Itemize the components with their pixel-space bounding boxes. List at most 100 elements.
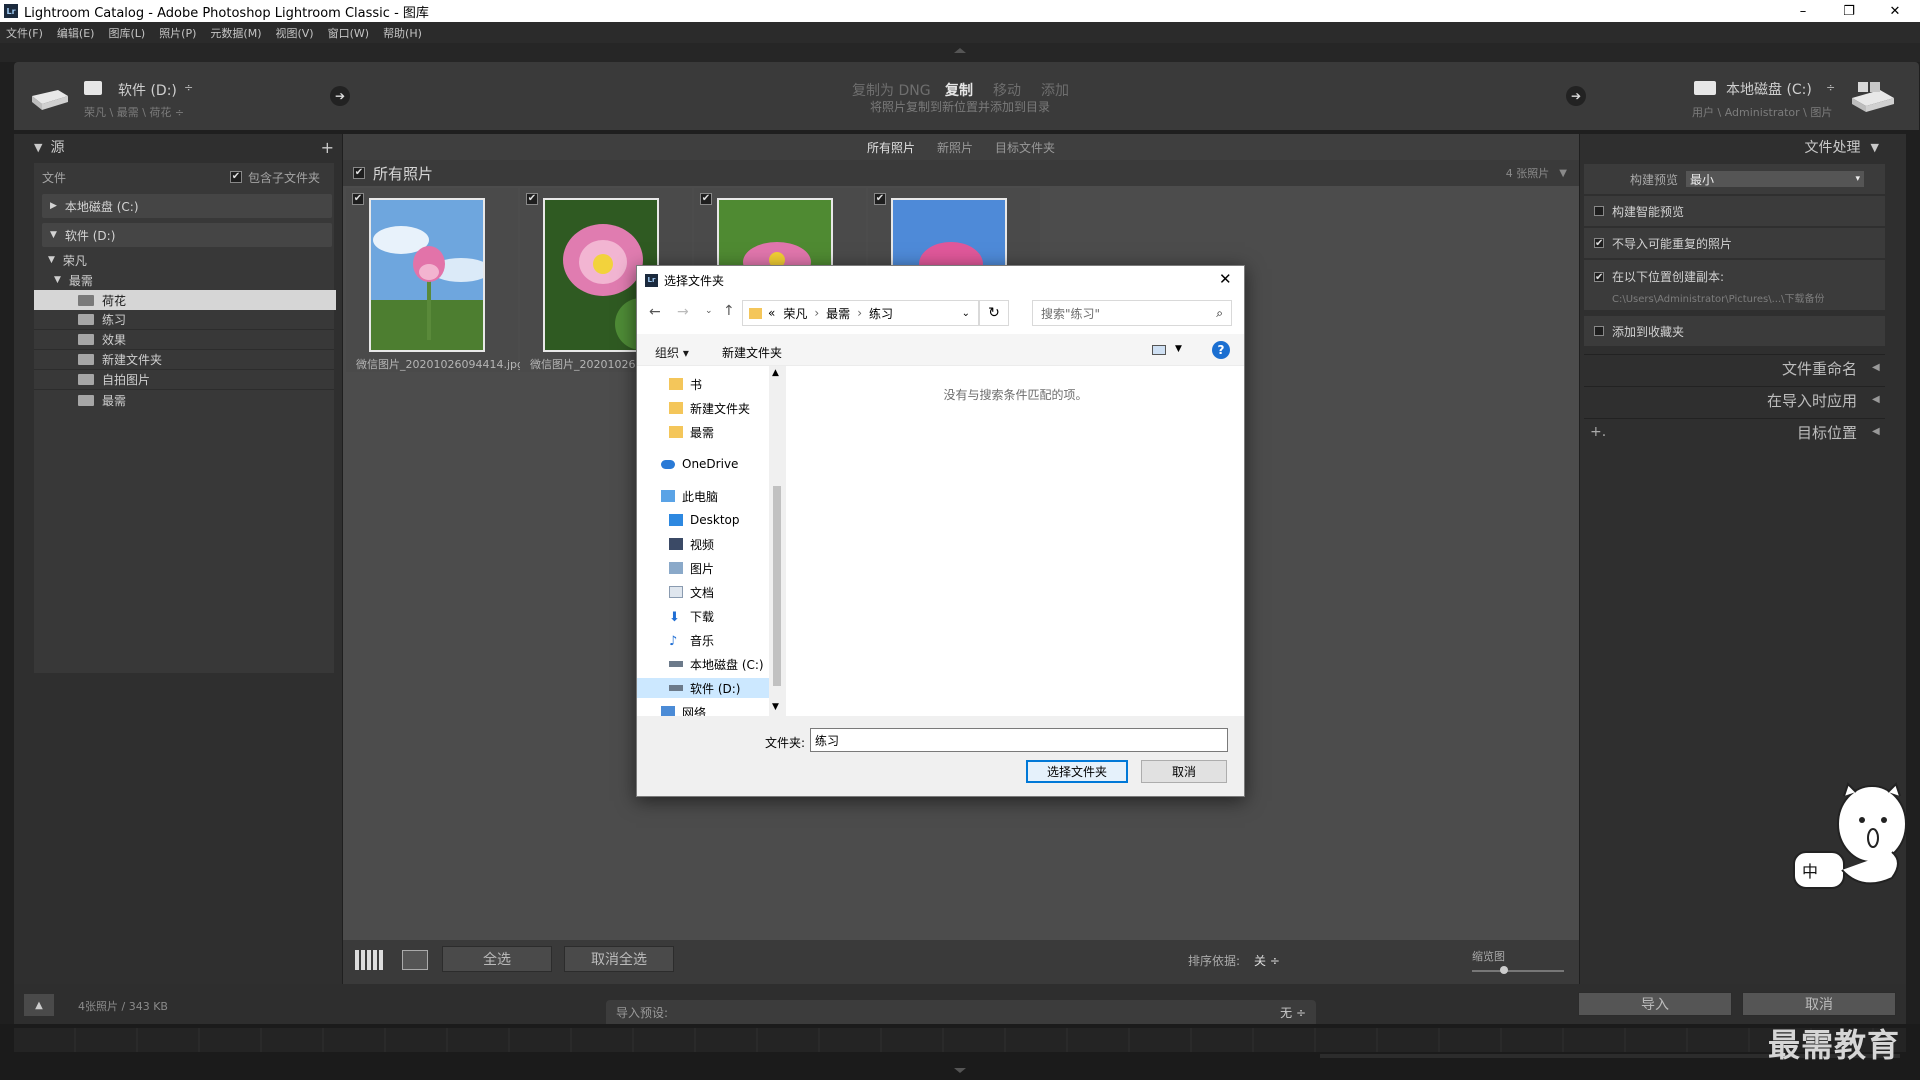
add-source-icon[interactable]: + — [321, 138, 334, 157]
source-title[interactable]: 软件 (D:) — [118, 80, 177, 100]
mode-move[interactable]: 移动 — [993, 80, 1021, 100]
up-arrow-icon[interactable]: ↑ — [723, 303, 735, 319]
loupe-view-icon[interactable] — [402, 950, 428, 970]
source-panel-header[interactable]: ▼ 源 + — [34, 134, 334, 160]
nav-item-drive-d[interactable]: 软件 (D:) — [637, 678, 769, 698]
tab-destination-folders[interactable]: 目标文件夹 — [995, 139, 1055, 156]
menu-library[interactable]: 图库(L) — [108, 25, 145, 41]
folder-zuixu[interactable]: ▼ 最需 — [34, 270, 334, 290]
no-duplicates-row[interactable]: 不导入可能重复的照片 — [1584, 228, 1885, 258]
dialog-cancel-button[interactable]: 取消 — [1141, 760, 1227, 783]
address-bar[interactable]: « 荣凡 › 最需 › 练习 ⌄ — [742, 300, 979, 326]
second-copy-checkbox[interactable] — [1594, 271, 1604, 282]
folder-input[interactable]: 练习 — [810, 728, 1228, 752]
add-to-collection-checkbox[interactable] — [1594, 326, 1604, 336]
nav-item-this-pc[interactable]: 此电脑 — [661, 486, 718, 506]
breadcrumb-item[interactable]: 荣凡 — [783, 305, 807, 322]
collapse-icon[interactable]: ▼ — [1559, 168, 1567, 179]
expand-icon[interactable]: ◀ — [1872, 394, 1880, 405]
mode-copy-dng[interactable]: 复制为 DNG — [852, 80, 931, 100]
nav-item-downloads[interactable]: ⬇ 下载 — [669, 606, 714, 626]
thumbnail-cell[interactable]: 微信图片_20201026094414.jpg — [346, 188, 524, 372]
thumbnail-checkbox[interactable] — [874, 193, 886, 205]
mode-add[interactable]: 添加 — [1041, 80, 1069, 100]
drive-d-row[interactable]: ▼ 软件 (D:) — [42, 223, 332, 247]
sort-dropdown[interactable]: 关 ÷ — [1254, 952, 1280, 969]
menu-edit[interactable]: 编辑(E) — [57, 25, 95, 41]
dialog-close-icon[interactable]: ✕ — [1219, 270, 1232, 288]
recent-dropdown-icon[interactable]: ⌄ — [705, 306, 713, 316]
menu-view[interactable]: 视图(V) — [275, 25, 313, 41]
thumbnail-checkbox[interactable] — [526, 193, 538, 205]
nav-item-pictures[interactable]: 图片 — [669, 558, 714, 578]
nav-item-new-folder[interactable]: 新建文件夹 — [669, 398, 750, 418]
menu-window[interactable]: 窗口(W) — [328, 25, 369, 41]
nav-item-shu[interactable]: 书 — [669, 374, 702, 394]
thumbnail-checkbox[interactable] — [700, 193, 712, 205]
breadcrumb-overflow[interactable]: « — [768, 306, 775, 320]
menu-metadata[interactable]: 元数据(M) — [210, 25, 261, 41]
collapse-filmstrip-icon[interactable] — [954, 1068, 966, 1073]
ime-indicator[interactable]: 中 — [1802, 858, 1818, 882]
breadcrumb-item[interactable]: 练习 — [869, 305, 893, 322]
source-dropdown-icon[interactable]: ÷ — [184, 81, 193, 94]
file-handling-header[interactable]: 文件处理 ▼ — [1584, 134, 1885, 160]
second-copy-row[interactable]: 在以下位置创建副本: C:\Users\Administrator\Pictur… — [1584, 260, 1885, 310]
new-folder-button[interactable]: 新建文件夹 — [722, 344, 782, 361]
nav-item-onedrive[interactable]: OneDrive — [661, 454, 738, 474]
include-subfolders-checkbox[interactable] — [229, 171, 242, 183]
nav-item-music[interactable]: ♪ 音乐 — [669, 630, 714, 650]
nav-item-desktop[interactable]: Desktop — [669, 510, 740, 530]
build-previews-dropdown[interactable]: 最小 ▾ — [1686, 171, 1865, 187]
nav-item-documents[interactable]: 文档 — [669, 582, 714, 602]
nav-scrollbar[interactable]: ▲ ▼ — [769, 366, 785, 716]
thumbnail-size-slider[interactable] — [1472, 970, 1564, 972]
expand-icon[interactable]: ◀ — [1872, 362, 1880, 373]
organize-menu[interactable]: 组织 ▾ — [655, 344, 689, 361]
nav-item-network[interactable]: 网络 — [661, 702, 706, 716]
menu-help[interactable]: 帮助(H) — [383, 25, 422, 41]
forward-arrow-icon[interactable]: → — [677, 304, 689, 320]
slider-handle[interactable] — [1500, 966, 1508, 974]
minimize-button[interactable]: – — [1780, 0, 1826, 22]
help-icon[interactable]: ? — [1212, 341, 1230, 359]
grid-view-icon[interactable] — [355, 950, 383, 970]
folder-item-new[interactable]: 新建文件夹 — [34, 350, 334, 370]
scroll-up-icon[interactable]: ▲ — [772, 368, 779, 378]
address-dropdown-icon[interactable]: ⌄ — [962, 308, 970, 319]
search-icon[interactable]: ⌕ — [1216, 306, 1223, 321]
dest-dropdown-icon[interactable]: ÷ — [1826, 81, 1835, 94]
no-duplicates-checkbox[interactable] — [1594, 238, 1604, 248]
smart-previews-row[interactable]: 构建智能预览 — [1584, 196, 1885, 226]
folder-item-xiaoguo[interactable]: 效果 — [34, 330, 334, 350]
search-field[interactable]: 搜索"练习" ⌕ — [1032, 300, 1232, 326]
thumbnail-checkbox[interactable] — [352, 193, 364, 205]
scroll-down-icon[interactable]: ▼ — [772, 702, 779, 712]
drive-c-row[interactable]: ▶ 本地磁盘 (C:) — [42, 194, 332, 218]
select-folder-button[interactable]: 选择文件夹 — [1026, 760, 1128, 783]
tab-all-photos[interactable]: 所有照片 — [867, 139, 915, 156]
add-to-collection-row[interactable]: 添加到收藏夹 — [1584, 316, 1885, 346]
maximize-button[interactable]: ❐ — [1826, 0, 1872, 22]
tab-new-photos[interactable]: 新照片 — [937, 139, 973, 156]
folder-item-selfie[interactable]: 自拍图片 — [34, 370, 334, 390]
file-renaming-header[interactable]: 文件重命名 — [1584, 354, 1885, 382]
mode-copy[interactable]: 复制 — [945, 80, 973, 100]
breadcrumb-item[interactable]: 最需 — [826, 305, 850, 322]
add-destination-icon[interactable]: +. — [1590, 424, 1606, 440]
import-button[interactable]: 导入 — [1578, 992, 1732, 1016]
deselect-all-button[interactable]: 取消全选 — [564, 946, 674, 972]
destination-header[interactable]: 目标位置 — [1584, 418, 1885, 446]
folder-rongfan[interactable]: ▼ 荣凡 — [34, 250, 334, 270]
folder-item-zuixu[interactable]: 最需 — [34, 390, 334, 410]
nav-item-zuixu[interactable]: 最需 — [669, 422, 714, 442]
cancel-import-button[interactable]: 取消 — [1742, 992, 1896, 1016]
second-copy-path[interactable]: C:\Users\Administrator\Pictures\...\下载备份 — [1612, 290, 1825, 305]
dest-title[interactable]: 本地磁盘 (C:) — [1726, 79, 1812, 99]
collapse-top-icon[interactable] — [954, 48, 966, 53]
menu-file[interactable]: 文件(F) — [6, 25, 43, 41]
close-button[interactable]: ✕ — [1872, 0, 1918, 22]
apply-during-import-header[interactable]: 在导入时应用 — [1584, 386, 1885, 414]
expand-icon[interactable]: ◀ — [1872, 426, 1880, 437]
folder-item-hehua[interactable]: 荷花 — [34, 290, 336, 310]
